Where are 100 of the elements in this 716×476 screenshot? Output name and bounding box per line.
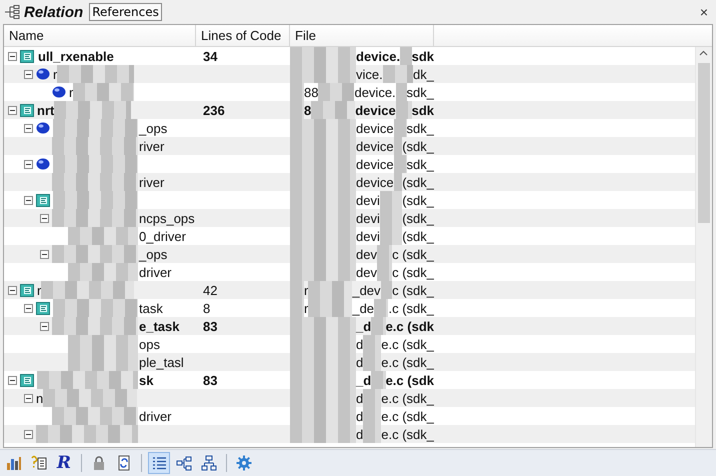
lock-icon bbox=[91, 455, 107, 471]
file-name: c (sdk_ bbox=[392, 264, 434, 280]
symbol-name: ple_tasl bbox=[138, 354, 184, 370]
pixelated-redaction bbox=[363, 389, 382, 407]
file-name: (sdk_ bbox=[402, 138, 434, 154]
symbol-name: 0_driver bbox=[138, 228, 186, 244]
close-button[interactable]: × bbox=[696, 4, 712, 20]
symbol-name: e_task bbox=[138, 318, 180, 334]
file-name: dev bbox=[356, 246, 377, 262]
symbol-name: _ops bbox=[138, 120, 168, 136]
struct-icon bbox=[36, 302, 50, 314]
file-name: d bbox=[356, 354, 364, 370]
file-name: sdk_ bbox=[406, 120, 434, 136]
file-name: 8 bbox=[304, 102, 312, 118]
collapse-toggle[interactable] bbox=[24, 430, 33, 438]
collapse-toggle[interactable] bbox=[8, 376, 17, 384]
scroll-up-icon bbox=[699, 50, 708, 56]
struct-icon bbox=[20, 374, 34, 386]
collapse-toggle[interactable] bbox=[8, 106, 17, 114]
sphere-icon bbox=[52, 86, 66, 98]
collapse-toggle[interactable] bbox=[24, 160, 33, 168]
column-header[interactable]: Lines of Code bbox=[196, 25, 290, 46]
symbol-name: ncps_ops bbox=[138, 210, 195, 226]
sphere-icon bbox=[36, 122, 50, 134]
file-name: e.c (sdk_ bbox=[381, 354, 434, 370]
refresh-icon bbox=[116, 455, 132, 471]
collapse-toggle[interactable] bbox=[40, 214, 49, 222]
column-header[interactable]: Name bbox=[4, 25, 196, 46]
file-name: vice. bbox=[356, 66, 383, 82]
collapse-toggle[interactable] bbox=[8, 52, 17, 60]
file-name: device bbox=[356, 174, 394, 190]
pixelated-redaction bbox=[371, 371, 386, 389]
symbol-name: driver bbox=[138, 264, 172, 280]
pixelated-redaction bbox=[68, 263, 138, 281]
file-name: (sdk_ bbox=[402, 228, 434, 244]
collapse-toggle[interactable] bbox=[24, 196, 33, 204]
file-name: (sdk_ bbox=[402, 174, 434, 190]
toolbar-button[interactable]: R bbox=[53, 452, 75, 474]
file-name: devi bbox=[356, 228, 380, 244]
file-name: d bbox=[356, 336, 364, 352]
tree-view-icon bbox=[176, 455, 192, 471]
file-name: d bbox=[356, 426, 364, 442]
struct-icon bbox=[20, 104, 34, 116]
collapse-toggle[interactable] bbox=[24, 124, 33, 132]
file-name: .c (sdk_ bbox=[388, 300, 434, 316]
file-name: 88 bbox=[304, 84, 318, 100]
symbol-name: sk bbox=[138, 372, 154, 388]
collapse-toggle[interactable] bbox=[40, 322, 49, 330]
scrollbar-thumb[interactable] bbox=[698, 63, 710, 223]
bar-chart-icon bbox=[6, 455, 22, 471]
file-name: e.c (sdk bbox=[386, 372, 434, 388]
file-name: device. bbox=[356, 48, 400, 64]
pixelated-redaction bbox=[363, 353, 382, 371]
sphere-icon bbox=[36, 158, 50, 170]
list-button[interactable] bbox=[148, 452, 170, 474]
lines-count: 236 bbox=[203, 102, 225, 118]
file-name: _dev bbox=[352, 282, 381, 298]
symbol-name: river bbox=[138, 138, 164, 154]
pixelated-redaction bbox=[371, 317, 386, 335]
lines-count: 34 bbox=[203, 48, 218, 64]
pixelated-redaction bbox=[290, 425, 356, 443]
symbol-name: r bbox=[37, 282, 42, 298]
file-name: sdk bbox=[412, 102, 434, 118]
file-name: _d bbox=[356, 372, 372, 388]
collapse-toggle[interactable] bbox=[24, 394, 33, 402]
file-name: device bbox=[356, 120, 394, 136]
pixelated-redaction bbox=[376, 263, 392, 281]
column-header[interactable]: File bbox=[290, 25, 434, 46]
collapse-toggle[interactable] bbox=[24, 304, 33, 312]
references-tab[interactable]: References bbox=[89, 3, 162, 21]
file-name: e.c (sdk_ bbox=[381, 408, 434, 424]
pixelated-redaction bbox=[73, 83, 134, 101]
lines-count: 42 bbox=[203, 282, 218, 298]
pixelated-redaction bbox=[363, 335, 382, 353]
pixelated-redaction bbox=[68, 227, 138, 245]
file-name: d bbox=[356, 408, 364, 424]
struct-icon bbox=[20, 284, 34, 296]
hierarchy-icon bbox=[201, 455, 217, 471]
file-name: e.c (sdk_ bbox=[381, 336, 434, 352]
collapse-toggle[interactable] bbox=[24, 70, 33, 78]
file-name: e.c (sdk_ bbox=[381, 390, 434, 406]
file-name: sdk bbox=[412, 48, 434, 64]
panel-title: Relation bbox=[24, 4, 84, 20]
help-list-icon bbox=[31, 455, 47, 471]
file-name: (sdk_ bbox=[402, 192, 434, 208]
file-name: e.c (sdk_ bbox=[381, 426, 434, 442]
file-name: (sdk_ bbox=[402, 210, 434, 226]
pixelated-redaction bbox=[374, 299, 388, 317]
settings-icon bbox=[236, 455, 252, 471]
symbol-name: r bbox=[53, 66, 58, 82]
file-name: device bbox=[355, 102, 396, 118]
scrollbar[interactable] bbox=[695, 47, 712, 447]
collapse-toggle[interactable] bbox=[8, 286, 17, 294]
file-name: device bbox=[356, 138, 394, 154]
file-name: r bbox=[304, 300, 308, 316]
struct-icon bbox=[36, 194, 50, 206]
symbol-name: ops bbox=[138, 336, 160, 352]
collapse-toggle[interactable] bbox=[40, 250, 49, 258]
file-name: d bbox=[356, 390, 364, 406]
file-name: dk_ bbox=[413, 66, 434, 82]
